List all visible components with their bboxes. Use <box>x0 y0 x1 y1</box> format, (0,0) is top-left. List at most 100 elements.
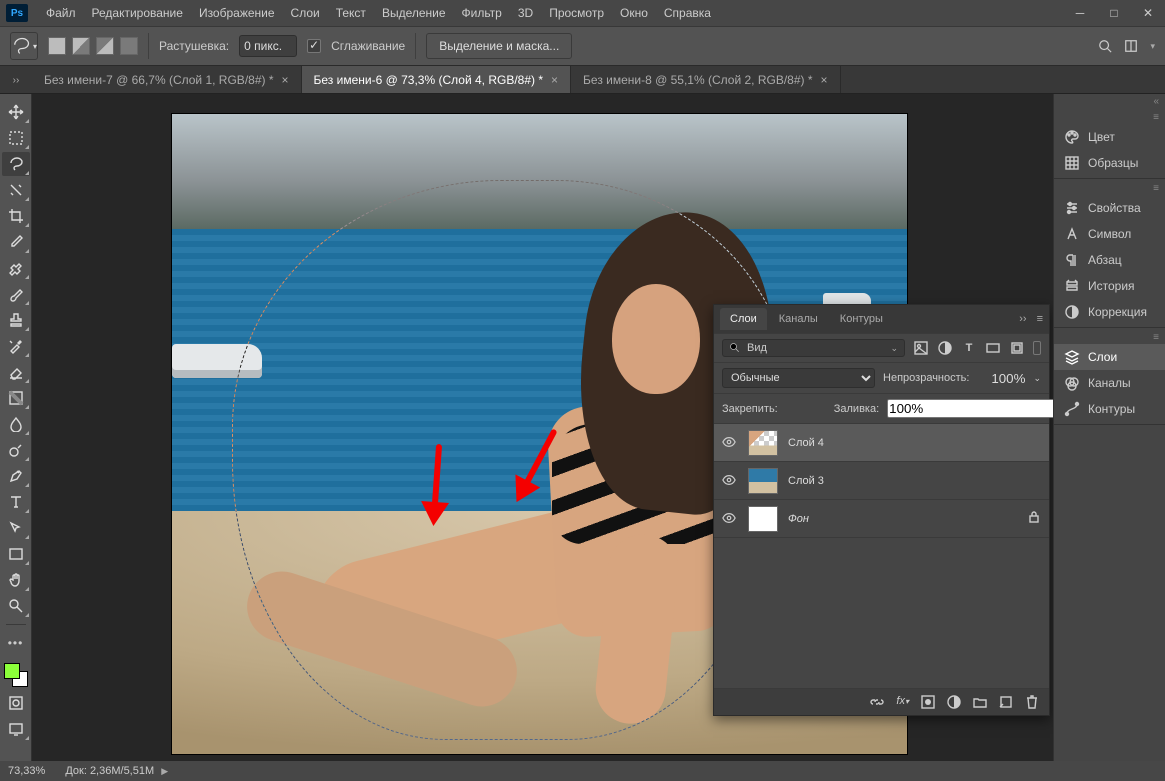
filter-toggle[interactable] <box>1033 341 1041 355</box>
delete-layer-icon[interactable] <box>1025 695 1039 709</box>
new-adjustment-icon[interactable] <box>947 695 961 709</box>
dock-item-Коррекция[interactable]: Коррекция <box>1054 299 1165 325</box>
menu-Файл[interactable]: Файл <box>38 0 84 26</box>
layer-name[interactable]: Фон <box>788 513 1017 525</box>
antialias-checkbox[interactable] <box>307 39 321 53</box>
selection-subtract-icon[interactable] <box>96 37 114 55</box>
dock-item-История[interactable]: История <box>1054 273 1165 299</box>
layer-thumbnail[interactable] <box>748 506 778 532</box>
layer-visibility-icon[interactable] <box>722 473 738 489</box>
menu-Просмотр[interactable]: Просмотр <box>541 0 612 26</box>
document-tab[interactable]: Без имени-8 @ 55,1% (Слой 2, RGB/8#) *× <box>571 66 841 93</box>
window-maximize-button[interactable]: □ <box>1097 0 1131 26</box>
workspace-switcher-icon[interactable] <box>1124 39 1138 53</box>
tool-zoom[interactable] <box>2 594 30 618</box>
dock-item-Абзац[interactable]: Абзац <box>1054 247 1165 273</box>
layer-fx-icon[interactable]: fx▾ <box>896 695 909 709</box>
layer-row[interactable]: Слой 4 <box>714 424 1049 462</box>
layer-filter-kind[interactable]: Вид ⌄ <box>722 339 905 357</box>
tab-paths[interactable]: Контуры <box>830 308 893 330</box>
panel-menu-icon[interactable]: ≡ <box>1054 330 1165 344</box>
tool-crop[interactable] <box>2 204 30 228</box>
new-group-icon[interactable] <box>973 695 987 709</box>
zoom-level[interactable]: 73,33% <box>8 765 45 777</box>
collapse-icon[interactable]: ›› <box>1019 313 1026 325</box>
layer-thumbnail[interactable] <box>748 430 778 456</box>
lock-icon[interactable] <box>1027 510 1041 527</box>
new-layer-icon[interactable] <box>999 695 1013 709</box>
window-close-button[interactable]: ✕ <box>1131 0 1165 26</box>
tool-rect[interactable] <box>2 542 30 566</box>
layer-row[interactable]: Слой 3 <box>714 462 1049 500</box>
canvas-area[interactable]: Слои Каналы Контуры ›› ≡ Вид ⌄ T <box>32 94 1053 761</box>
feather-input[interactable] <box>239 35 297 57</box>
layer-thumbnail[interactable] <box>748 468 778 494</box>
dock-item-Свойства[interactable]: Свойства <box>1054 195 1165 221</box>
add-mask-icon[interactable] <box>921 695 935 709</box>
tool-move[interactable] <box>2 100 30 124</box>
chevron-right-icon[interactable]: ▶ <box>161 766 168 776</box>
menu-Окно[interactable]: Окно <box>612 0 656 26</box>
selection-add-icon[interactable] <box>72 37 90 55</box>
tool-stamp[interactable] <box>2 308 30 332</box>
select-and-mask-button[interactable]: Выделение и маска... <box>426 33 572 59</box>
opacity-input[interactable] <box>977 371 1025 386</box>
panel-menu-icon[interactable]: ≡ <box>1054 110 1165 124</box>
screenmode-button[interactable] <box>2 717 30 741</box>
blend-mode-select[interactable]: Обычные <box>722 368 875 388</box>
tool-brush[interactable] <box>2 282 30 306</box>
selection-new-icon[interactable] <box>48 37 66 55</box>
tab-channels[interactable]: Каналы <box>769 308 828 330</box>
active-tool-icon[interactable]: ▾ <box>10 32 38 60</box>
panel-menu-icon[interactable]: ≡ <box>1037 313 1043 325</box>
tool-pen[interactable] <box>2 464 30 488</box>
chevron-down-icon[interactable]: ▾ <box>1150 41 1155 52</box>
document-tab[interactable]: Без имени-6 @ 73,3% (Слой 4, RGB/8#) *× <box>302 66 572 93</box>
close-tab-icon[interactable]: × <box>821 73 828 87</box>
dock-item-Символ[interactable]: Символ <box>1054 221 1165 247</box>
dock-collapse-icon[interactable]: « <box>1054 94 1165 108</box>
tool-hand[interactable] <box>2 568 30 592</box>
layer-visibility-icon[interactable] <box>722 435 738 451</box>
quickmask-button[interactable] <box>2 691 30 715</box>
document-tab[interactable]: Без имени-7 @ 66,7% (Слой 1, RGB/8#) *× <box>32 66 302 93</box>
tool-magic-lasso[interactable] <box>2 178 30 202</box>
tab-layers[interactable]: Слои <box>720 308 767 330</box>
layer-name[interactable]: Слой 4 <box>788 437 1041 449</box>
selection-intersect-icon[interactable] <box>120 37 138 55</box>
dock-item-Цвет[interactable]: Цвет <box>1054 124 1165 150</box>
search-icon[interactable] <box>1098 39 1112 53</box>
close-tab-icon[interactable]: × <box>282 73 289 87</box>
tool-history-brush[interactable] <box>2 334 30 358</box>
tool-lasso[interactable] <box>2 152 30 176</box>
tool-path-sel[interactable] <box>2 516 30 540</box>
fill-input[interactable] <box>887 399 1053 418</box>
dock-item-Образцы[interactable]: Образцы <box>1054 150 1165 176</box>
tool-blur[interactable] <box>2 412 30 436</box>
dock-item-Контуры[interactable]: Контуры <box>1054 396 1165 422</box>
tool-eraser[interactable] <box>2 360 30 384</box>
menu-Слои[interactable]: Слои <box>283 0 328 26</box>
menu-3D[interactable]: 3D <box>510 0 541 26</box>
tool-dodge[interactable] <box>2 438 30 462</box>
tool-rect-marquee[interactable] <box>2 126 30 150</box>
menu-Текст[interactable]: Текст <box>328 0 374 26</box>
dock-item-Каналы[interactable]: Каналы <box>1054 370 1165 396</box>
menu-Редактирование[interactable]: Редактирование <box>84 0 191 26</box>
link-layers-icon[interactable] <box>870 695 884 709</box>
filter-shape-icon[interactable] <box>985 340 1001 356</box>
tool-heal[interactable] <box>2 256 30 280</box>
edit-toolbar-button[interactable]: ••• <box>2 631 30 655</box>
tabstrip-expand-icon[interactable]: ›› <box>0 66 32 94</box>
tool-gradient[interactable] <box>2 386 30 410</box>
menu-Изображение[interactable]: Изображение <box>191 0 283 26</box>
panel-menu-icon[interactable]: ≡ <box>1054 181 1165 195</box>
layer-name[interactable]: Слой 3 <box>788 475 1041 487</box>
filter-type-icon[interactable]: T <box>961 340 977 356</box>
layer-visibility-icon[interactable] <box>722 511 738 527</box>
chevron-down-icon[interactable]: ⌄ <box>1033 373 1041 384</box>
close-tab-icon[interactable]: × <box>551 73 558 87</box>
tool-eyedrop[interactable] <box>2 230 30 254</box>
menu-Справка[interactable]: Справка <box>656 0 719 26</box>
menu-Фильтр[interactable]: Фильтр <box>454 0 510 26</box>
